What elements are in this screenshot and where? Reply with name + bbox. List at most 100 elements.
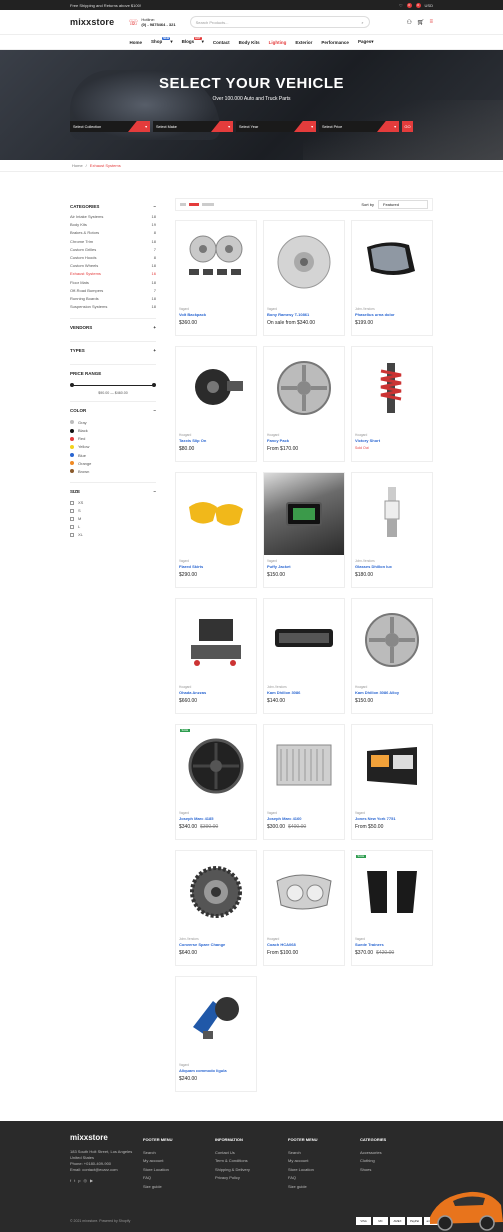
black-rim-icon[interactable]: SALE	[176, 725, 256, 807]
size-option[interactable]: S	[70, 507, 156, 515]
product-title[interactable]: Ohada Anzzas	[176, 690, 256, 695]
nav-item-pages[interactable]: Pages▾	[358, 39, 374, 45]
checkbox[interactable]	[70, 500, 74, 505]
footer-link[interactable]: Shoes	[360, 1166, 386, 1175]
product-card[interactable]: SALE Vagard Suede Trainers $370.00 $420.00	[351, 850, 433, 966]
nav-item-shop[interactable]: ShopNEW▾	[151, 37, 173, 45]
product-title[interactable]: Taxxis Slip On	[176, 438, 256, 443]
menu-icon[interactable]: ≡	[429, 19, 433, 25]
caliper-icon[interactable]	[176, 473, 256, 555]
size-option[interactable]: M	[70, 515, 156, 523]
vendors-header[interactable]: VENDORS +	[70, 325, 156, 330]
product-card[interactable]: Vagard Puffy Jacket $150.00	[263, 472, 345, 588]
product-title[interactable]: Bony Ramesy T-10861	[264, 312, 344, 317]
footer-link[interactable]: FAQ	[288, 1174, 318, 1183]
view-grid-3[interactable]	[189, 203, 199, 206]
shock-icon[interactable]	[352, 347, 432, 429]
product-title[interactable]: Kam Dhillon 3086	[264, 690, 344, 695]
youtube-icon[interactable]: ▶	[90, 1178, 93, 1183]
facebook-icon[interactable]: f	[70, 1178, 71, 1183]
types-header[interactable]: TYPES +	[70, 348, 156, 353]
category-item[interactable]: Chrome Trim 18	[70, 239, 156, 247]
rim-icon[interactable]	[352, 599, 432, 681]
color-option[interactable]: Black	[70, 426, 156, 434]
footer-link[interactable]: Contact Us	[215, 1149, 250, 1158]
logo[interactable]: mixxstore	[70, 17, 114, 27]
mirror-icon[interactable]	[352, 221, 432, 303]
size-option[interactable]: L	[70, 523, 156, 531]
select-year[interactable]: Select Year ▾	[236, 121, 316, 132]
currency-select[interactable]: USD	[425, 3, 433, 8]
instagram-icon[interactable]: ◎	[83, 1178, 87, 1183]
nav-item-lighting[interactable]: Lighting	[269, 40, 287, 45]
air-intake-icon[interactable]	[176, 977, 256, 1059]
product-title[interactable]: Flared Skirts	[176, 564, 256, 569]
product-card[interactable]: Hoagard Coach HCA068 From $100.00	[263, 850, 345, 966]
product-card[interactable]: Hoagard Ohada Anzzas $660.00	[175, 598, 257, 714]
size-option[interactable]: XS	[70, 499, 156, 507]
product-title[interactable]: Aliquam commodo ligula	[176, 1068, 256, 1073]
distributor-icon[interactable]	[176, 347, 256, 429]
footer-link[interactable]: Size guide	[288, 1183, 318, 1192]
user-icon[interactable]: ⚇	[406, 19, 411, 26]
category-item[interactable]: Custom Grilles 7	[70, 247, 156, 255]
select-collection[interactable]: Select Collection ▾	[70, 121, 150, 132]
brake-kit-icon[interactable]	[176, 221, 256, 303]
cart-icon[interactable]: 🛒︎	[417, 19, 425, 26]
product-card[interactable]: John-Vendors Converse Spare Change $640.00	[175, 850, 257, 966]
product-card[interactable]: Vagard Jones New York 7751 From $50.00	[351, 724, 433, 840]
twitter-icon[interactable]: t	[74, 1178, 75, 1183]
nav-item-exterior[interactable]: Exterior	[295, 40, 312, 45]
checkbox[interactable]	[70, 516, 74, 521]
expand-icon[interactable]: +	[153, 348, 156, 353]
price-slider[interactable]: $90.00 — $460.00	[70, 381, 156, 395]
product-title[interactable]: Joseph Marc 4160	[264, 816, 344, 821]
nav-item-contact[interactable]: Contact	[213, 40, 230, 45]
product-card[interactable]: Vagard Aliquam commodo ligula $240.00	[175, 976, 257, 1092]
rotor-icon[interactable]	[264, 221, 344, 303]
product-title[interactable]: Kam Dhillon 3086 Alloy	[352, 690, 432, 695]
nav-item-home[interactable]: Home	[130, 40, 143, 45]
color-option[interactable]: Red	[70, 435, 156, 443]
lamp-icon[interactable]	[264, 851, 344, 933]
product-card[interactable]: Vagard Joseph Marc 4160 $300.00 $400.00	[263, 724, 345, 840]
sort-select[interactable]: Featured	[378, 200, 428, 209]
product-card[interactable]: Hoagard Victory Short Sold Out	[351, 346, 433, 462]
nav-item-blogs[interactable]: BlogsHOT▾	[182, 37, 204, 45]
color-option[interactable]: Gray	[70, 418, 156, 426]
collapse-icon[interactable]: −	[153, 489, 156, 494]
footer-logo[interactable]: mixxstore	[70, 1133, 108, 1142]
product-card[interactable]: SALE Vagard Joseph Marc 4185 $340.00 $390.00	[175, 724, 257, 840]
footer-link[interactable]: Search	[288, 1149, 318, 1158]
pinterest-icon[interactable]: p	[78, 1178, 80, 1183]
collapse-icon[interactable]: −	[153, 408, 156, 413]
wheel-icon[interactable]	[264, 347, 344, 429]
product-title[interactable]: Fancy Pack	[264, 438, 344, 443]
slider-min-handle[interactable]	[70, 383, 74, 388]
category-item[interactable]: Running Boards 18	[70, 296, 156, 304]
color-option[interactable]: Yellow	[70, 443, 156, 451]
footer-link[interactable]: Store Location	[143, 1166, 173, 1175]
checkbox[interactable]	[70, 532, 74, 537]
product-title[interactable]: Volt Backpack	[176, 312, 256, 317]
select-price[interactable]: Select Price ▾	[319, 121, 399, 132]
size-option[interactable]: XL	[70, 531, 156, 539]
category-item[interactable]: Body Kits 19	[70, 222, 156, 230]
product-card[interactable]: John-Vendors Glasses Dhillon lux $180.00	[351, 472, 433, 588]
product-title[interactable]: Converse Spare Change	[176, 942, 256, 947]
slider-max-handle[interactable]	[152, 383, 156, 388]
product-card[interactable]: Hoagard Kam Dhillon 3086 Alloy $150.00	[351, 598, 433, 714]
product-title[interactable]: Phaselius urna dolor	[352, 312, 432, 317]
product-card[interactable]: John-Vendors Kam Dhillon 3086 $140.00	[263, 598, 345, 714]
product-title[interactable]: Joseph Marc 4185	[176, 816, 256, 821]
category-item[interactable]: Air Intake Systems 18	[70, 214, 156, 222]
product-card[interactable]: John-Vendors Phaselius urna dolor $199.00	[351, 220, 433, 336]
engine-kit-icon[interactable]	[176, 599, 256, 681]
product-title[interactable]: Jones New York 7751	[352, 816, 432, 821]
footer-link[interactable]: Shipping & Delivery	[215, 1166, 250, 1175]
search-input[interactable]: Search Products... ⌕	[189, 16, 370, 28]
search-icon[interactable]: ⌕	[361, 20, 363, 25]
radiator-icon[interactable]	[264, 725, 344, 807]
breadcrumb-home[interactable]: Home	[72, 163, 83, 168]
footer-link[interactable]: My account	[143, 1157, 173, 1166]
